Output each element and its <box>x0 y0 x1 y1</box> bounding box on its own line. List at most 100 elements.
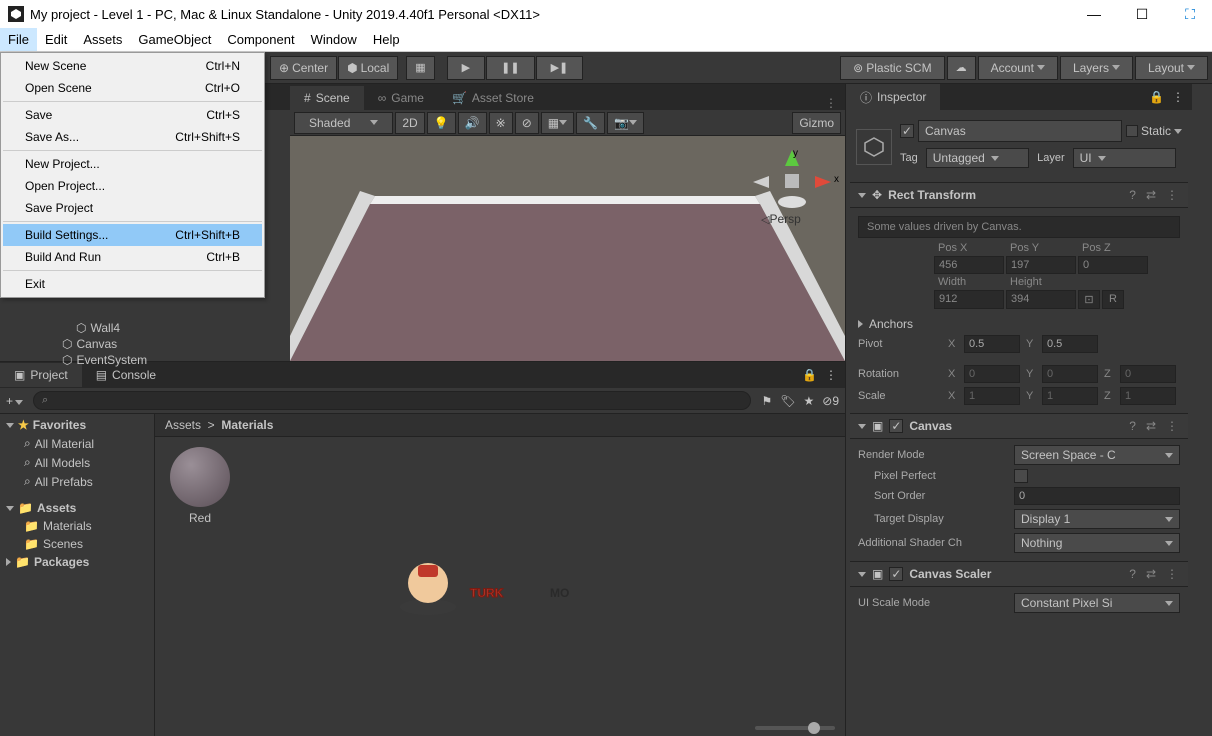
favorite-icon[interactable]: ★ <box>803 394 814 408</box>
maximize-button[interactable]: ☐ <box>1128 4 1156 24</box>
height-input[interactable]: 394 <box>1006 290 1076 309</box>
hidden-toggle[interactable]: ⊘ <box>515 112 539 134</box>
menu-icon[interactable]: ⋮ <box>1164 419 1180 433</box>
audio-toggle[interactable]: 🔊 <box>458 112 487 134</box>
render-mode-dropdown[interactable]: Screen Space - C <box>1014 445 1180 465</box>
hierarchy-item[interactable]: ⬡Wall4 <box>70 320 153 336</box>
menu-icon[interactable]: ⋮ <box>1164 567 1180 581</box>
menu-edit[interactable]: Edit <box>37 28 75 51</box>
scene-viewport[interactable]: y x ◁Persp <box>290 136 845 361</box>
scale-mode-dropdown[interactable]: Constant Pixel Si <box>1014 593 1180 613</box>
help-icon[interactable]: ? <box>1127 567 1138 581</box>
menu-window[interactable]: Window <box>303 28 365 51</box>
posx-input[interactable]: 456 <box>934 256 1004 274</box>
menu-icon[interactable]: ⋮ <box>1164 188 1180 202</box>
gameobject-name-input[interactable]: Canvas <box>918 120 1122 142</box>
scale-z-input[interactable]: 1 <box>1120 387 1176 405</box>
menu-save-project[interactable]: Save Project <box>3 197 262 219</box>
lock-icon[interactable]: 🔒 <box>1149 90 1164 104</box>
breadcrumb-item[interactable]: Assets <box>165 418 201 432</box>
component-canvas[interactable]: ▣ ✓ Canvas ? ⇄ ⋮ <box>850 414 1188 439</box>
preset-icon[interactable]: ⇄ <box>1144 567 1158 581</box>
project-search[interactable]: ⌕ <box>33 391 751 410</box>
account-dropdown[interactable]: Account <box>978 56 1058 80</box>
raw-button[interactable]: R <box>1102 290 1124 309</box>
layer-dropdown[interactable]: UI <box>1073 148 1176 168</box>
menu-open-project[interactable]: Open Project... <box>3 175 262 197</box>
tree-asset-item[interactable]: 📁Materials <box>0 517 154 535</box>
rot-z-input[interactable]: 0 <box>1120 365 1176 383</box>
layers-dropdown[interactable]: Layers <box>1060 56 1133 80</box>
lighting-toggle[interactable]: 💡 <box>427 112 456 134</box>
anchors-label[interactable]: Anchors <box>869 317 913 331</box>
tree-packages[interactable]: 📁Packages <box>0 553 154 571</box>
scale-x-input[interactable]: 1 <box>964 387 1020 405</box>
static-dropdown[interactable]: Static <box>1126 124 1182 138</box>
hierarchy-item[interactable]: ⬡Canvas <box>56 336 153 352</box>
menu-exit[interactable]: Exit <box>3 273 262 295</box>
menu-new-scene[interactable]: New SceneCtrl+N <box>3 55 262 77</box>
zoom-slider[interactable] <box>755 726 835 730</box>
sort-order-input[interactable]: 0 <box>1014 487 1180 505</box>
add-button[interactable]: + <box>6 392 23 410</box>
filter-label-icon[interactable]: 🏷 <box>780 394 795 408</box>
collab-button[interactable]: ⊚Plastic SCM <box>840 56 944 80</box>
pixel-perfect-checkbox[interactable] <box>1014 469 1028 483</box>
rot-y-input[interactable]: 0 <box>1042 365 1098 383</box>
width-input[interactable]: 912 <box>934 290 1004 309</box>
active-checkbox[interactable]: ✓ <box>900 124 914 138</box>
tree-asset-item[interactable]: 📁Scenes <box>0 535 154 553</box>
canvas-enabled-checkbox[interactable]: ✓ <box>889 419 903 433</box>
camera-toggle[interactable]: 📷 <box>607 112 644 134</box>
menu-save-as[interactable]: Save As...Ctrl+Shift+S <box>3 126 262 148</box>
pivot-y-input[interactable]: 0.5 <box>1042 335 1098 353</box>
step-button[interactable]: ▶❚ <box>536 56 584 80</box>
additional-shader-dropdown[interactable]: Nothing <box>1014 533 1180 553</box>
asset-grid[interactable]: Red TURK MO <box>155 437 845 736</box>
tree-fav-item[interactable]: ⌕All Models <box>0 453 154 472</box>
cloud-button[interactable]: ☁ <box>947 56 976 80</box>
tree-fav-item[interactable]: ⌕All Material <box>0 434 154 453</box>
tree-favorites[interactable]: ★Favorites <box>0 416 154 434</box>
help-button[interactable]: ⛶ <box>1176 4 1204 24</box>
help-icon[interactable]: ? <box>1127 419 1138 433</box>
hidden-items[interactable]: ⊘9 <box>822 394 839 408</box>
gameobject-icon[interactable] <box>856 129 892 165</box>
gizmos-dropdown[interactable]: Gizmo <box>792 112 841 134</box>
component-rect-transform[interactable]: ✥ Rect Transform ? ⇄ ⋮ <box>850 183 1188 208</box>
2d-toggle[interactable]: 2D <box>395 112 424 134</box>
menu-build-settings[interactable]: Build Settings...Ctrl+Shift+B <box>3 224 262 246</box>
scene-gizmo[interactable]: y x ◁Persp <box>747 144 837 234</box>
pivot-x-input[interactable]: 0.5 <box>964 335 1020 353</box>
tab-inspector[interactable]: ⓘInspector <box>846 84 940 111</box>
preset-icon[interactable]: ⇄ <box>1144 188 1158 202</box>
tree-assets[interactable]: 📁Assets <box>0 499 154 517</box>
tab-menu-icon[interactable]: ⋮ <box>1172 90 1184 104</box>
blueprint-button[interactable]: ⊡ <box>1078 290 1100 309</box>
grid-toggle[interactable]: ▦ <box>541 112 574 134</box>
lock-icon[interactable]: 🔒 <box>802 368 817 382</box>
handle-button[interactable]: ⬢Local <box>338 56 398 80</box>
pause-button[interactable]: ❚❚ <box>486 56 534 80</box>
component-canvas-scaler[interactable]: ▣ ✓ Canvas Scaler ? ⇄ ⋮ <box>850 562 1188 587</box>
fx-toggle[interactable]: ※ <box>489 112 513 134</box>
gizmo-persp-label[interactable]: ◁Persp <box>761 212 801 226</box>
menu-build-and-run[interactable]: Build And RunCtrl+B <box>3 246 262 268</box>
rot-x-input[interactable]: 0 <box>964 365 1020 383</box>
menu-gameobject[interactable]: GameObject <box>130 28 219 51</box>
menu-save[interactable]: SaveCtrl+S <box>3 104 262 126</box>
menu-component[interactable]: Component <box>219 28 302 51</box>
breadcrumb-item[interactable]: Materials <box>221 418 273 432</box>
minimize-button[interactable]: — <box>1080 4 1108 24</box>
posy-input[interactable]: 197 <box>1006 256 1076 274</box>
menu-new-project[interactable]: New Project... <box>3 153 262 175</box>
posz-input[interactable]: 0 <box>1078 256 1148 274</box>
layout-dropdown[interactable]: Layout <box>1135 56 1208 80</box>
menu-file[interactable]: File <box>0 28 37 51</box>
filter-type-icon[interactable]: ⚑ <box>761 394 772 408</box>
menu-assets[interactable]: Assets <box>75 28 130 51</box>
tree-fav-item[interactable]: ⌕All Prefabs <box>0 472 154 491</box>
tab-asset-store[interactable]: 🛒Asset Store <box>438 86 548 110</box>
tag-dropdown[interactable]: Untagged <box>926 148 1029 168</box>
pivot-button[interactable]: ⊕Center <box>270 56 337 80</box>
